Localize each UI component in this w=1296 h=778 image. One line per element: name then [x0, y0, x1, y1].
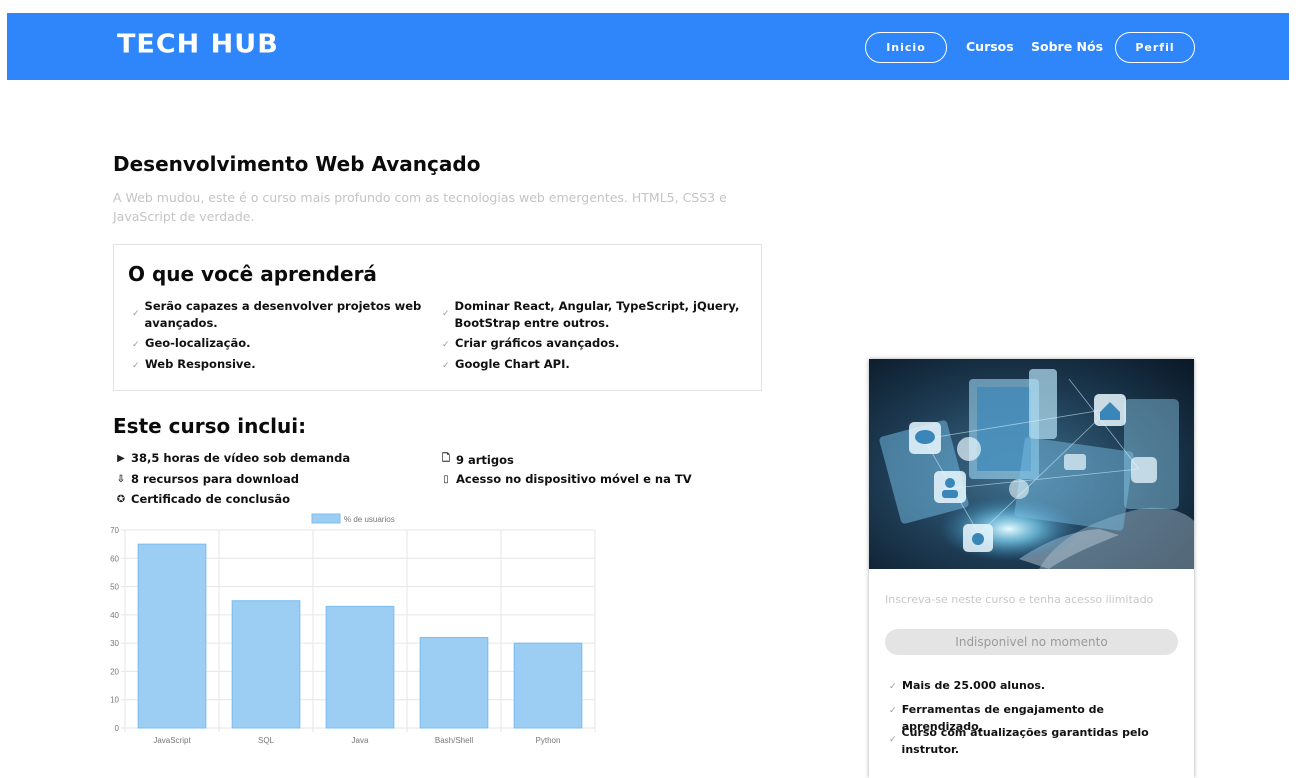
certificate-icon: ✪: [116, 493, 126, 505]
include-item: ✪ Certificado de conclusão: [116, 492, 290, 506]
y-tick-label: 30: [110, 639, 119, 648]
play-icon: ▶: [117, 452, 125, 464]
unavailable-button[interactable]: Indisponivel no momento: [885, 629, 1178, 655]
include-item-text: 9 artigos: [456, 452, 514, 467]
tech-network-image: [869, 359, 1194, 569]
learn-item-text: Criar gráficos avançados.: [455, 336, 620, 350]
x-tick-label: Python: [536, 736, 561, 745]
course-image: [869, 359, 1194, 569]
bar: [419, 636, 489, 729]
y-tick-label: 50: [110, 583, 119, 592]
mobile-icon: ▯: [443, 473, 449, 485]
y-tick-label: 10: [110, 696, 119, 705]
y-tick-label: 0: [115, 724, 120, 733]
nav-perfil-button[interactable]: Perfil: [1115, 32, 1195, 63]
includes-heading: Este curso inclui:: [113, 414, 307, 438]
logo[interactable]: TECH HUB: [117, 30, 279, 59]
learn-item-text: Serão capazes a desenvolver projetos web…: [144, 299, 422, 330]
legend-swatch: [311, 513, 341, 524]
include-item: ▯ Acesso no dispositivo móvel e na TV: [441, 472, 692, 486]
check-icon: ✓: [132, 340, 140, 350]
course-description: A Web mudou, este é o curso mais profund…: [113, 190, 727, 224]
x-tick-label: JavaScript: [153, 736, 191, 745]
check-icon: ✓: [132, 361, 140, 371]
check-icon: ✓: [442, 361, 450, 371]
y-tick-label: 40: [110, 611, 119, 620]
learn-item: ✓ Web Responsive.: [132, 356, 256, 375]
check-icon: ✓: [889, 735, 897, 745]
bar: [325, 605, 395, 729]
top-navbar: TECH HUB Inicio Cursos Sobre Nós Perfil: [7, 13, 1289, 80]
bar: [231, 600, 301, 729]
card-cta-text: Inscreva-se neste curso e tenha acesso i…: [885, 593, 1154, 606]
check-icon: ✓: [132, 309, 140, 319]
learn-item: ✓ Criar gráficos avançados.: [442, 335, 619, 354]
file-icon: 🗋: [441, 453, 451, 464]
course-title: Desenvolvimento Web Avançado: [113, 152, 481, 176]
include-item: ▶ 38,5 horas de vídeo sob demanda: [116, 451, 350, 465]
include-item-text: Acesso no dispositivo móvel e na TV: [456, 472, 692, 486]
nav-inicio-button[interactable]: Inicio: [865, 32, 947, 63]
users-bar-chart: % de usuarios 0 10 20 30 40 50 60 70 JavaScript SQ…: [110, 513, 596, 745]
y-tick-label: 70: [110, 526, 119, 535]
check-icon: ✓: [442, 340, 450, 350]
download-file-icon: ⇩: [116, 473, 126, 485]
bar: [513, 642, 583, 729]
card-feature-text: Curso com atualizações garantidas pelo i…: [901, 726, 1149, 756]
include-item: ⇩ 8 recursos para download: [116, 472, 299, 486]
card-feature-item: ✓ Curso com atualizações garantidas pelo…: [889, 724, 1149, 758]
x-tick-label: SQL: [258, 736, 275, 745]
bar: [137, 543, 207, 729]
learn-item-text: Dominar React, Angular, TypeScript, jQue…: [454, 299, 740, 330]
include-item-text: 38,5 horas de vídeo sob demanda: [131, 451, 351, 465]
y-tick-label: 60: [110, 554, 119, 563]
include-item-text: 8 recursos para download: [131, 472, 299, 486]
learn-item: ✓ Google Chart API.: [442, 356, 570, 375]
enroll-card: Inscreva-se neste curso e tenha acesso i…: [869, 359, 1194, 778]
learn-item-text: Web Responsive.: [145, 357, 256, 371]
x-tick-label: Java: [352, 736, 369, 745]
y-tick-label: 20: [110, 667, 119, 676]
learn-item: ✓ Geo-localização.: [132, 335, 251, 354]
learn-box: O que você aprenderá ✓ Serão capazes a d…: [113, 244, 762, 391]
learn-item-text: Geo-localização.: [145, 336, 251, 350]
include-item-text: Certificado de conclusão: [131, 492, 290, 506]
learn-heading: O que você aprenderá: [128, 262, 377, 286]
card-feature-text: Mais de 25.000 alunos.: [902, 679, 1046, 692]
x-tick-label: Bash/Shell: [435, 736, 473, 745]
nav-sobre-link[interactable]: Sobre Nós: [1031, 39, 1103, 54]
include-item: 🗋 9 artigos: [441, 451, 514, 468]
learn-item: ✓ Dominar React, Angular, TypeScript, jQ…: [442, 298, 742, 332]
card-feature-item: ✓ Mais de 25.000 alunos.: [889, 677, 1179, 696]
check-icon: ✓: [889, 706, 897, 716]
check-icon: ✓: [442, 309, 450, 319]
check-icon: ✓: [889, 682, 897, 692]
learn-item: ✓ Serão capazes a desenvolver projetos w…: [132, 298, 422, 332]
legend-label: % de usuarios: [344, 515, 395, 524]
nav-cursos-link[interactable]: Cursos: [966, 39, 1014, 54]
learn-item-text: Google Chart API.: [455, 357, 570, 371]
